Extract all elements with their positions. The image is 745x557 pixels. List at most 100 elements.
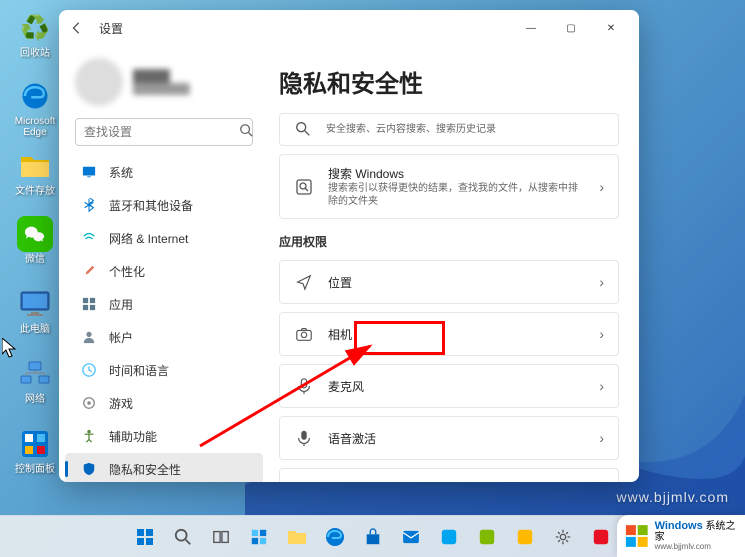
taskbar-app-4[interactable] [585,521,617,553]
card-subtitle: 安全搜索、云内容搜索、搜索历史记录 [326,120,604,135]
card-title: 位置 [328,274,585,291]
desktop-icon-label: 微信 [8,254,62,265]
sidebar-item-label: 隐私和安全性 [109,461,181,478]
taskbar-app-1[interactable] [433,521,465,553]
desktop-icon-label: 文件存放 [8,186,62,197]
sidebar-item-label: 游戏 [109,395,133,412]
card-camera[interactable]: 相机 › [279,312,619,356]
desktop-icon-edge[interactable]: Microsoft Edge [8,78,62,138]
badge-brand: Windows [655,520,703,532]
recycle-bin-icon: ♻️ [17,10,53,46]
desktop-icon-network[interactable]: 网络 [8,356,62,405]
desktop-icon-this-pc[interactable]: 此电脑 [8,286,62,335]
chevron-right-icon: › [599,179,604,195]
sidebar-item-bluetooth[interactable]: 蓝牙和其他设备 [65,189,263,221]
taskbar-edge[interactable] [319,521,351,553]
close-button[interactable]: ✕ [591,14,631,42]
bluetooth-icon [81,197,97,213]
card-title: 通知 [328,482,585,483]
sidebar-item-apps[interactable]: 应用 [65,288,263,320]
taskbar-taskview[interactable] [205,521,237,553]
wifi-icon [81,230,97,246]
gaming-icon [81,395,97,411]
computer-icon [17,286,53,322]
card-voice-activation[interactable]: 语音激活 › [279,416,619,460]
edge-icon [17,78,53,114]
settings-window: 设置 — ▢ ✕ ████ ████████ [59,10,639,482]
user-section[interactable]: ████ ████████ [59,54,269,118]
avatar [75,58,123,106]
brush-icon [81,263,97,279]
window-title: 设置 [99,20,123,37]
bell-icon [294,481,314,482]
taskbar-start[interactable] [129,521,161,553]
search-icon[interactable] [239,123,253,142]
desktop-icon-label: 回收站 [8,48,62,59]
back-button[interactable] [67,18,87,38]
microphone-icon [294,377,314,395]
chevron-right-icon: › [599,430,604,446]
card-title: 麦克风 [328,378,585,395]
chevron-right-icon: › [599,326,604,342]
card-title: 相机 [328,326,585,343]
card-search-settings-partial[interactable]: 安全搜索、云内容搜索、搜索历史记录 [279,113,619,146]
sidebar-item-account[interactable]: 帐户 [65,321,263,353]
taskbar-search[interactable] [167,521,199,553]
sidebar-item-time[interactable]: 时间和语言 [65,354,263,386]
logo-badge: Windows 系统之家 www.bjjmlv.com [617,515,745,557]
card-search-windows[interactable]: 搜索 Windows 搜索索引以获得更快的结果，查找我的文件，从搜索中排除的文件… [279,154,619,219]
content-pane[interactable]: 隐私和安全性 安全搜索、云内容搜索、搜索历史记录 搜索 Windows 搜索索引… [269,46,639,482]
page-title: 隐私和安全性 [279,64,619,99]
taskbar-app-3[interactable] [509,521,541,553]
minimize-button[interactable]: — [511,14,551,42]
chevron-right-icon: › [599,378,604,394]
voice-icon [294,429,314,447]
clock-icon [81,362,97,378]
user-name: ████ [133,69,190,84]
sidebar-item-label: 帐户 [109,329,133,346]
desktop-icon-label: Microsoft Edge [8,116,62,138]
sidebar-item-system[interactable]: 系统 [65,156,263,188]
network-icon [17,356,53,392]
sidebar-item-personalize[interactable]: 个性化 [65,255,263,287]
titlebar: 设置 — ▢ ✕ [59,10,639,46]
taskbar-mail[interactable] [395,521,427,553]
card-title: 搜索 Windows [328,165,585,182]
badge-url: www.bjjmlv.com [655,543,737,552]
sidebar-item-label: 网络 & Internet [109,230,188,247]
search-windows-icon [294,177,314,197]
sidebar-item-accessibility[interactable]: 辅助功能 [65,420,263,452]
wechat-icon [17,216,53,252]
desktop-icon-folder[interactable]: 文件存放 [8,148,62,197]
taskbar-app-2[interactable] [471,521,503,553]
sidebar-item-privacy[interactable]: 隐私和安全性 [65,453,263,482]
windows-logo-icon [625,523,649,549]
desktop-icon-wechat[interactable]: 微信 [8,216,62,265]
taskbar-explorer[interactable] [281,521,313,553]
sidebar-item-gaming[interactable]: 游戏 [65,387,263,419]
card-notifications[interactable]: 通知 › [279,468,619,482]
desktop-icon-control-panel[interactable]: 控制面板 [8,426,62,475]
account-icon [81,329,97,345]
user-email: ████████ [133,84,190,95]
search-box[interactable] [75,118,253,146]
taskbar-store[interactable] [357,521,389,553]
taskbar: Windows 系统之家 www.bjjmlv.com [0,515,745,557]
maximize-button[interactable]: ▢ [551,14,591,42]
desktop-icon-recycle-bin[interactable]: ♻️ 回收站 [8,10,62,59]
sidebar-item-label: 系统 [109,164,133,181]
card-microphone[interactable]: 麦克风 › [279,364,619,408]
system-icon [81,164,97,180]
sidebar-item-network[interactable]: 网络 & Internet [65,222,263,254]
sidebar: ████ ████████ 系统 蓝牙和其他设备 [59,46,269,482]
sidebar-item-label: 个性化 [109,263,145,280]
desktop-icon-label: 控制面板 [8,464,62,475]
search-input[interactable] [84,125,239,139]
accessibility-icon [81,428,97,444]
taskbar-widgets[interactable] [243,521,275,553]
card-location[interactable]: 位置 › [279,260,619,304]
sidebar-item-label: 应用 [109,296,133,313]
nav-list: 系统 蓝牙和其他设备 网络 & Internet 个性化 应用 [59,156,269,482]
taskbar-settings[interactable] [547,521,579,553]
control-panel-icon [17,426,53,462]
